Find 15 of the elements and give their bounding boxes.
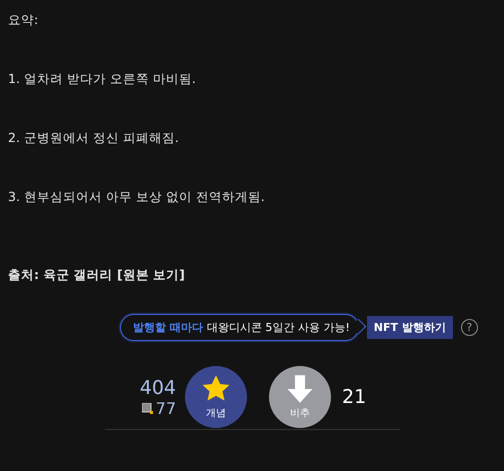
- nft-issue-button[interactable]: NFT 발행하기: [366, 316, 453, 338]
- paragraph: 2. 군병원에서 정신 피폐해짐.: [8, 129, 180, 147]
- down-arrow-icon: [285, 374, 315, 404]
- paragraph: 3. 현부심되어서 아무 보상 없이 전역하게됨.: [8, 188, 266, 206]
- upvote-count: 404: [140, 376, 176, 398]
- promo-text: 대왕디시콘 5일간 사용 가능!: [206, 320, 350, 334]
- upvote-button[interactable]: 개념: [185, 366, 247, 428]
- promo-highlight: 발행할 때마다: [133, 320, 203, 334]
- paragraph: 1. 얼차려 받다가 오른쪽 마비됨.: [8, 70, 197, 88]
- fixed-user-icon: [142, 402, 153, 414]
- fixed-user-count: 77: [156, 398, 176, 418]
- downvote-count: 21: [342, 386, 366, 408]
- help-icon[interactable]: ?: [460, 318, 478, 336]
- source-line: 출처: 육군 갤러리 [원본 보기]: [8, 266, 186, 284]
- paragraph: 요약:: [8, 11, 40, 29]
